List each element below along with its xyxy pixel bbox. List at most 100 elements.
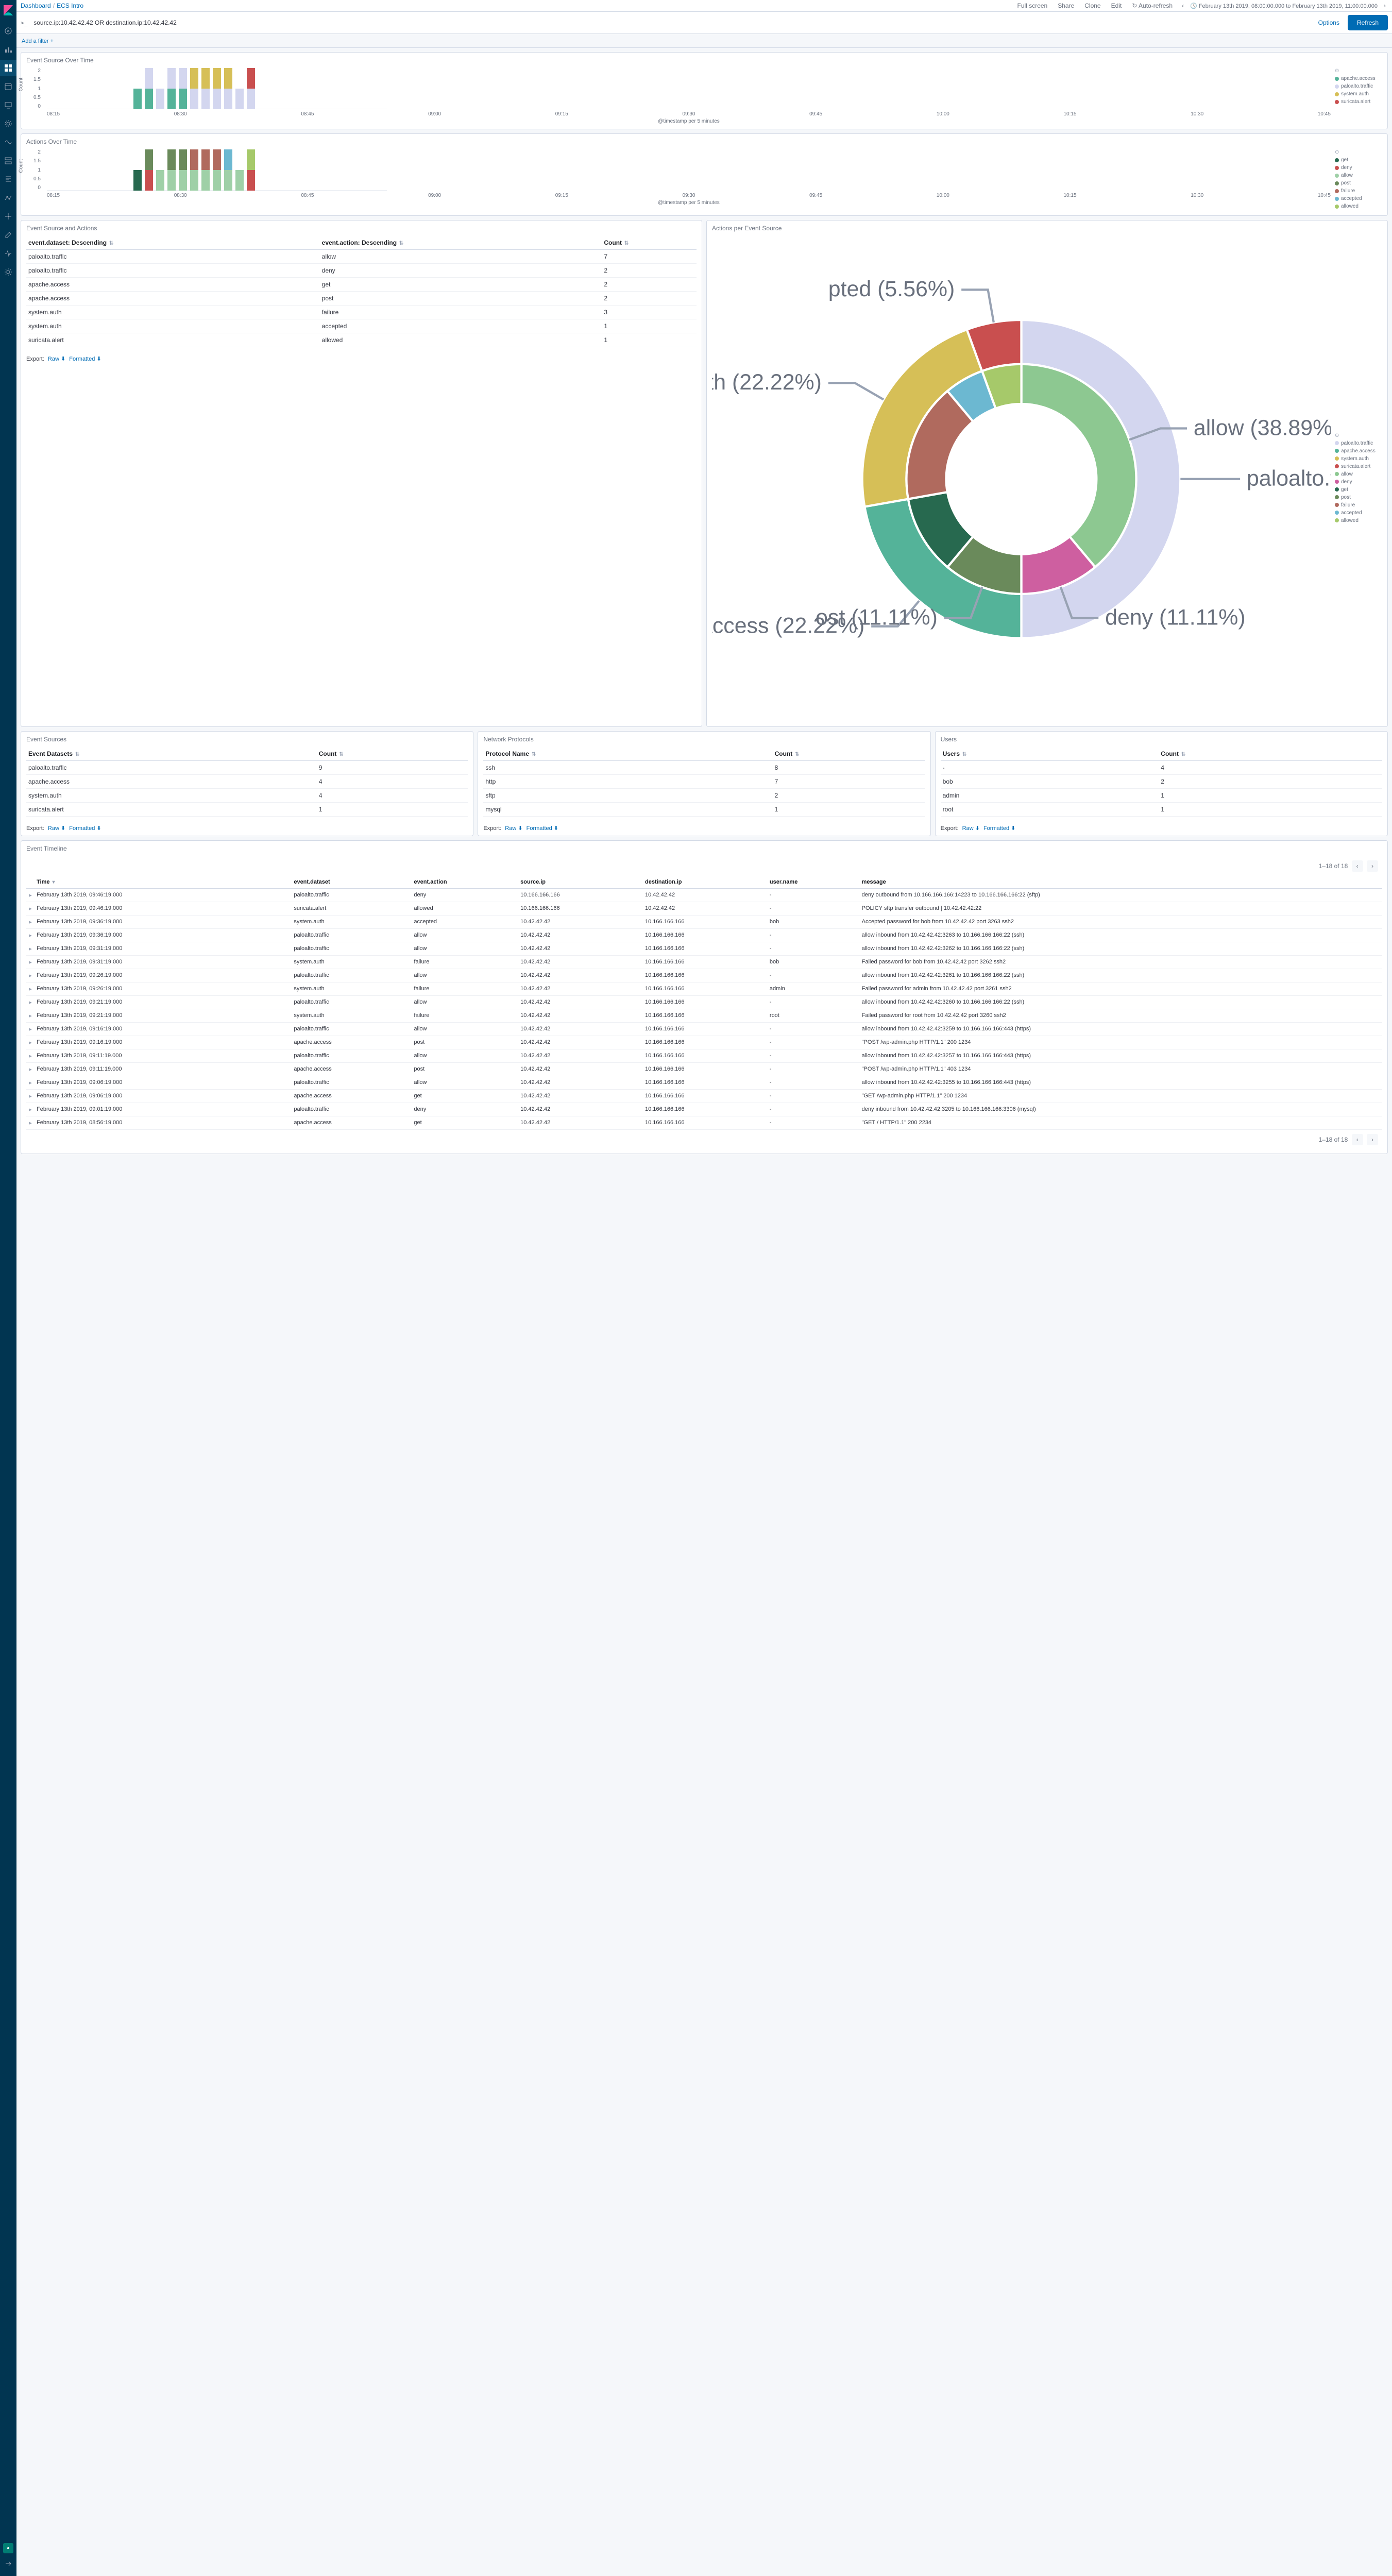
legend-collapse-icon[interactable]: ⊙ bbox=[1335, 149, 1382, 155]
expand-row-icon[interactable]: ▸ bbox=[26, 1103, 35, 1116]
export-formatted-button[interactable]: Formatted ⬇ bbox=[527, 825, 558, 832]
table-row[interactable]: system.authfailure3 bbox=[26, 306, 697, 319]
expand-row-icon[interactable]: ▸ bbox=[26, 1009, 35, 1022]
pager-next-button[interactable]: › bbox=[1367, 1134, 1378, 1145]
table-row[interactable]: ▸February 13th 2019, 09:26:19.000system.… bbox=[26, 982, 1382, 995]
table-row[interactable]: apache.accesspost2 bbox=[26, 292, 697, 306]
table-row[interactable]: suricata.alert1 bbox=[26, 802, 468, 816]
edit-button[interactable]: Edit bbox=[1108, 2, 1125, 9]
legend-item[interactable]: apache.access bbox=[1335, 76, 1382, 81]
expand-row-icon[interactable]: ▸ bbox=[26, 928, 35, 942]
canvas-icon[interactable] bbox=[0, 97, 16, 113]
table-row[interactable]: ▸February 13th 2019, 09:11:19.000paloalt… bbox=[26, 1049, 1382, 1062]
column-header[interactable]: event.dataset bbox=[292, 876, 412, 889]
table-row[interactable]: ▸February 13th 2019, 09:31:19.000paloalt… bbox=[26, 942, 1382, 955]
table-row[interactable]: ▸February 13th 2019, 09:16:19.000apache.… bbox=[26, 1036, 1382, 1049]
table-row[interactable]: ▸February 13th 2019, 09:06:19.000paloalt… bbox=[26, 1076, 1382, 1089]
monitoring-icon[interactable] bbox=[0, 245, 16, 262]
column-header[interactable]: Protocol Name ⇅ bbox=[483, 747, 772, 761]
column-header[interactable]: message bbox=[860, 876, 1382, 889]
legend-item[interactable]: get bbox=[1335, 487, 1382, 493]
table-row[interactable]: ▸February 13th 2019, 09:21:19.000paloalt… bbox=[26, 995, 1382, 1009]
table-row[interactable]: mysql1 bbox=[483, 802, 925, 816]
expand-row-icon[interactable]: ▸ bbox=[26, 982, 35, 995]
table-row[interactable]: root1 bbox=[941, 802, 1382, 816]
table-row[interactable]: apache.accessget2 bbox=[26, 278, 697, 292]
expand-row-icon[interactable]: ▸ bbox=[26, 995, 35, 1009]
legend-item[interactable]: suricata.alert bbox=[1335, 99, 1382, 105]
kibana-logo-icon[interactable] bbox=[2, 4, 14, 16]
expand-row-icon[interactable]: ▸ bbox=[26, 1076, 35, 1089]
management-icon[interactable] bbox=[0, 264, 16, 280]
table-row[interactable]: ▸February 13th 2019, 08:56:19.000apache.… bbox=[26, 1116, 1382, 1129]
table-row[interactable]: apache.access4 bbox=[26, 774, 468, 788]
table-row[interactable]: paloalto.trafficdeny2 bbox=[26, 264, 697, 278]
legend-collapse-icon[interactable]: ⊙ bbox=[1335, 433, 1382, 438]
column-header[interactable]: user.name bbox=[768, 876, 860, 889]
expand-row-icon[interactable]: ▸ bbox=[26, 915, 35, 928]
expand-row-icon[interactable]: ▸ bbox=[26, 1022, 35, 1036]
legend-item[interactable]: paloalto.traffic bbox=[1335, 83, 1382, 89]
discover-icon[interactable] bbox=[0, 23, 16, 39]
table-row[interactable]: ▸February 13th 2019, 09:06:19.000apache.… bbox=[26, 1089, 1382, 1103]
table-row[interactable]: ▸February 13th 2019, 09:11:19.000apache.… bbox=[26, 1062, 1382, 1076]
table-row[interactable]: suricata.alertallowed1 bbox=[26, 333, 697, 347]
expand-row-icon[interactable]: ▸ bbox=[26, 942, 35, 955]
legend-item[interactable]: accepted bbox=[1335, 510, 1382, 516]
time-next-button[interactable]: › bbox=[1382, 2, 1388, 9]
expand-row-icon[interactable]: ▸ bbox=[26, 969, 35, 982]
expand-row-icon[interactable]: ▸ bbox=[26, 1036, 35, 1049]
dashboard-icon[interactable] bbox=[0, 60, 16, 76]
pager-prev-button[interactable]: ‹ bbox=[1352, 1134, 1363, 1145]
visualize-icon[interactable] bbox=[0, 41, 16, 58]
add-filter-button[interactable]: Add a filter + bbox=[22, 38, 54, 44]
table-row[interactable]: bob2 bbox=[941, 774, 1382, 788]
legend-collapse-icon[interactable]: ⊙ bbox=[1335, 68, 1382, 74]
table-row[interactable]: ▸February 13th 2019, 09:31:19.000system.… bbox=[26, 955, 1382, 969]
legend-item[interactable]: deny bbox=[1335, 479, 1382, 485]
expand-row-icon[interactable]: ▸ bbox=[26, 888, 35, 902]
uptime-icon[interactable] bbox=[0, 208, 16, 225]
ml-icon[interactable] bbox=[0, 134, 16, 150]
legend-item[interactable]: allow bbox=[1335, 471, 1382, 477]
bar-chart[interactable] bbox=[47, 68, 387, 109]
export-formatted-button[interactable]: Formatted ⬇ bbox=[983, 825, 1015, 832]
legend-item[interactable]: accepted bbox=[1335, 196, 1382, 201]
table-row[interactable]: ▸February 13th 2019, 09:16:19.000paloalt… bbox=[26, 1022, 1382, 1036]
query-options-button[interactable]: Options bbox=[1314, 19, 1344, 26]
legend-item[interactable]: failure bbox=[1335, 502, 1382, 508]
infra-icon[interactable] bbox=[0, 152, 16, 169]
auto-refresh-button[interactable]: ↻ Auto-refresh bbox=[1129, 2, 1176, 9]
table-row[interactable]: ▸February 13th 2019, 09:01:19.000paloalt… bbox=[26, 1103, 1382, 1116]
table-row[interactable]: system.authaccepted1 bbox=[26, 319, 697, 333]
pager-prev-button[interactable]: ‹ bbox=[1352, 860, 1363, 872]
table-row[interactable]: -4 bbox=[941, 760, 1382, 774]
column-header[interactable]: event.action: Descending ⇅ bbox=[320, 236, 602, 250]
export-raw-button[interactable]: Raw ⬇ bbox=[505, 825, 522, 832]
breadcrumb[interactable]: Dashboard/ECS Intro bbox=[21, 2, 83, 9]
collapse-icon[interactable] bbox=[0, 2555, 16, 2572]
table-row[interactable]: ▸February 13th 2019, 09:36:19.000paloalt… bbox=[26, 928, 1382, 942]
expand-row-icon[interactable]: ▸ bbox=[26, 902, 35, 915]
expand-row-icon[interactable]: ▸ bbox=[26, 955, 35, 969]
column-header[interactable]: Count ⇅ bbox=[773, 747, 925, 761]
maps-icon[interactable] bbox=[0, 115, 16, 132]
feedback-icon[interactable] bbox=[3, 2543, 13, 2553]
table-row[interactable]: sftp2 bbox=[483, 788, 925, 802]
table-row[interactable]: ▸February 13th 2019, 09:46:19.000paloalt… bbox=[26, 888, 1382, 902]
column-header[interactable]: Count ⇅ bbox=[317, 747, 468, 761]
full-screen-button[interactable]: Full screen bbox=[1014, 2, 1051, 9]
expand-row-icon[interactable]: ▸ bbox=[26, 1089, 35, 1103]
time-prev-button[interactable]: ‹ bbox=[1180, 2, 1186, 9]
column-header[interactable]: event.action bbox=[412, 876, 518, 889]
column-header[interactable]: Time ▾ bbox=[35, 876, 292, 889]
table-row[interactable]: ▸February 13th 2019, 09:36:19.000system.… bbox=[26, 915, 1382, 928]
expand-row-icon[interactable]: ▸ bbox=[26, 1049, 35, 1062]
export-raw-button[interactable]: Raw ⬇ bbox=[48, 825, 65, 832]
bar-chart[interactable] bbox=[47, 149, 387, 191]
column-header[interactable]: Users ⇅ bbox=[941, 747, 1159, 761]
legend-item[interactable]: post bbox=[1335, 180, 1382, 186]
legend-item[interactable]: deny bbox=[1335, 165, 1382, 171]
table-row[interactable]: admin1 bbox=[941, 788, 1382, 802]
table-row[interactable]: ssh8 bbox=[483, 760, 925, 774]
